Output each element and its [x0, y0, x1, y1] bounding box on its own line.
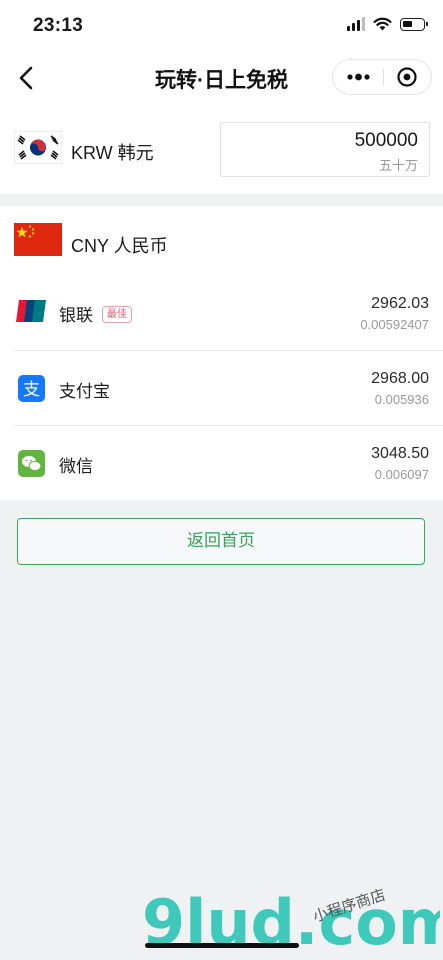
converted-amount: 2962.03 [371, 295, 429, 312]
korea-flag-icon [14, 131, 62, 164]
amount-value: 500000 [354, 130, 418, 151]
converted-amount: 2968.00 [371, 370, 429, 387]
china-flag-icon [14, 223, 62, 256]
amount-in-words: 五十万 [378, 158, 418, 173]
payment-method-name: 支付宝 [59, 382, 110, 401]
watermark-logo-text: 9lud.com [142, 886, 440, 959]
close-miniprogram-icon[interactable] [384, 60, 432, 94]
exchange-rate: 0.006097 [374, 467, 429, 482]
alipay-icon: 支 [18, 375, 45, 402]
converted-amount: 3048.50 [371, 445, 429, 462]
target-currency-card: CNY 人民币 银联 最佳 2962.03 0.00592407 支 支付宝 2… [0, 206, 443, 500]
watermark-logo: 9lud.com 小程序商店 [142, 886, 440, 959]
more-icon[interactable] [333, 60, 383, 94]
wifi-icon [373, 17, 392, 31]
battery-icon [400, 17, 428, 31]
source-currency-card: KRW 韩元 500000 五十万 [0, 104, 443, 194]
status-icons [347, 17, 428, 31]
status-time: 23:13 [33, 15, 84, 36]
target-currency-label: CNY 人民币 [71, 236, 168, 256]
best-rate-badge: 最佳 [102, 306, 132, 323]
home-indicator [145, 943, 299, 948]
exchange-rate: 0.00592407 [360, 317, 429, 332]
wechat-icon [18, 450, 45, 477]
miniprogram-capsule [332, 59, 432, 95]
amount-input[interactable]: 500000 五十万 [220, 122, 430, 177]
payment-row-unionpay[interactable]: 银联 最佳 2962.03 0.00592407 [0, 276, 443, 351]
return-home-button[interactable]: 返回首页 [17, 518, 425, 565]
nav-bar: 玩转·日上免税 [0, 52, 443, 104]
source-currency-label: KRW 韩元 [71, 143, 154, 163]
cellular-signal-icon [347, 17, 365, 31]
payment-method-name: 银联 [59, 306, 93, 325]
payment-row-wechat[interactable]: 微信 3048.50 0.006097 [0, 426, 443, 501]
payment-row-alipay[interactable]: 支 支付宝 2968.00 0.005936 [0, 351, 443, 426]
svg-text:支: 支 [23, 380, 40, 400]
payment-method-name: 微信 [59, 457, 93, 476]
unionpay-icon [16, 300, 46, 322]
exchange-rate: 0.005936 [374, 392, 429, 407]
status-bar: 23:13 [0, 0, 443, 52]
